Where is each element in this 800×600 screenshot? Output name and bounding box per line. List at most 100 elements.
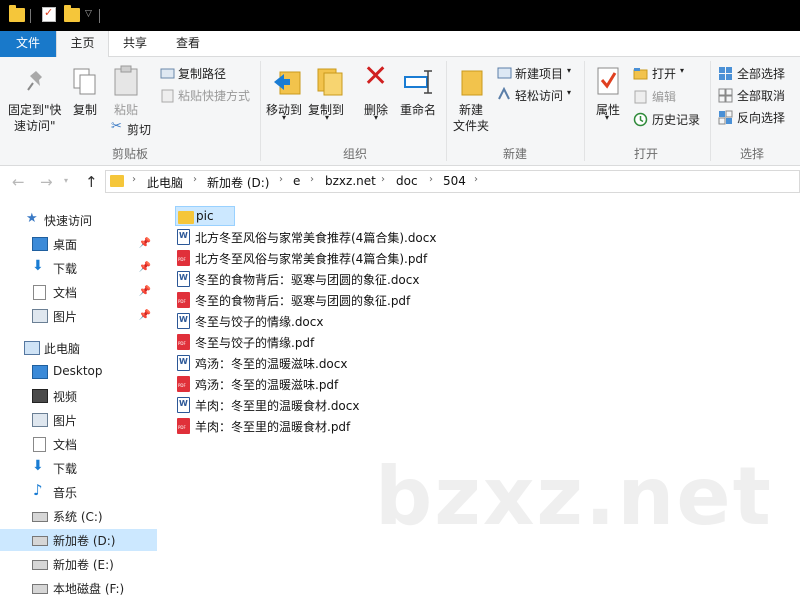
chevron-right-icon[interactable]: › bbox=[429, 174, 433, 185]
chevron-down-icon[interactable]: ▽ bbox=[85, 9, 92, 27]
list-item[interactable]: 冬至的食物背后：驱寒与团圆的象征.pdf bbox=[175, 290, 445, 310]
music-icon: ♪ bbox=[33, 481, 43, 499]
list-item[interactable]: 冬至与饺子的情缘.docx bbox=[175, 311, 375, 331]
list-item[interactable]: pic bbox=[175, 206, 235, 226]
scissors-icon: ✂ bbox=[111, 119, 122, 134]
rename-label: 重命名 bbox=[400, 103, 437, 117]
list-item[interactable]: 北方冬至风俗与家常美食推荐(4篇合集).docx bbox=[175, 227, 445, 247]
clipboard-group-label: 剪贴板 bbox=[111, 147, 148, 161]
nav-item-videos[interactable]: 视频 bbox=[0, 385, 157, 407]
list-item[interactable]: 冬至与饺子的情缘.pdf bbox=[175, 332, 375, 352]
invert-selection-label: 反向选择 bbox=[737, 111, 786, 125]
nav-item-pictures[interactable]: 图片 📌 bbox=[0, 305, 157, 327]
select-none-icon bbox=[718, 88, 733, 103]
nav-quick-access[interactable]: ★ 快速访问 bbox=[0, 209, 157, 231]
nav-label: Desktop bbox=[53, 364, 103, 378]
breadcrumb-doc[interactable]: doc bbox=[396, 174, 418, 188]
nav-item-desktop[interactable]: 桌面 📌 bbox=[0, 233, 157, 255]
nav-item-drive-f[interactable]: 本地磁盘 (F:) bbox=[0, 577, 157, 599]
word-document-icon bbox=[177, 229, 190, 245]
chevron-right-icon[interactable]: › bbox=[279, 174, 283, 185]
pictures-icon bbox=[32, 413, 48, 427]
ribbon: 固定到"快 速访问" 复制 粘贴 复制路径 粘贴快捷方式 ✂ 剪切 剪贴板 移动… bbox=[0, 57, 800, 166]
drive-icon bbox=[32, 536, 48, 546]
list-item[interactable]: 羊肉：冬至里的温暖食材.pdf bbox=[175, 416, 375, 436]
nav-item-drive-d[interactable]: 新加卷 (D:) bbox=[0, 529, 157, 551]
invert-selection-icon bbox=[718, 110, 733, 125]
cut-label: 剪切 bbox=[127, 123, 152, 137]
open-group-label: 打开 bbox=[633, 147, 658, 161]
properties-icon bbox=[597, 67, 619, 95]
nav-item-drive-e[interactable]: 新加卷 (E:) bbox=[0, 553, 157, 575]
list-item[interactable]: 北方冬至风俗与家常美食推荐(4篇合集).pdf bbox=[175, 248, 445, 268]
list-item[interactable]: 鸡汤：冬至的温暖滋味.pdf bbox=[175, 374, 375, 394]
chevron-down-icon: ▾ bbox=[680, 66, 685, 75]
forward-arrow-icon[interactable]: → bbox=[40, 173, 53, 191]
toolbar-separator bbox=[99, 9, 100, 23]
chevron-down-icon: ▾ bbox=[282, 113, 287, 122]
list-item[interactable]: 冬至的食物背后：驱寒与团圆的象征.docx bbox=[175, 269, 445, 289]
tab-view[interactable]: 查看 bbox=[162, 31, 214, 57]
pin-icon[interactable]: 📌 bbox=[139, 286, 151, 297]
chevron-down-icon: ▾ bbox=[567, 88, 572, 97]
desktop-icon bbox=[32, 237, 48, 251]
organize-group-label: 组织 bbox=[342, 147, 367, 161]
breadcrumb-this-pc[interactable]: 此电脑 bbox=[147, 174, 183, 191]
pin-icon[interactable]: 📌 bbox=[139, 238, 151, 249]
nav-label: 本地磁盘 (F:) bbox=[53, 582, 125, 596]
paste-label: 粘贴 bbox=[114, 103, 139, 117]
file-name: 冬至的食物背后：驱寒与团圆的象征.docx bbox=[195, 273, 420, 287]
pdf-icon bbox=[177, 334, 190, 350]
nav-item-pictures-pc[interactable]: 图片 bbox=[0, 409, 157, 431]
history-icon bbox=[633, 112, 648, 127]
tab-home[interactable]: 主页 bbox=[56, 31, 109, 58]
copy-path-label: 复制路径 bbox=[178, 67, 227, 81]
chevron-right-icon[interactable]: › bbox=[132, 174, 136, 185]
drive-icon bbox=[32, 560, 48, 570]
chevron-down-icon[interactable]: ▾ bbox=[64, 176, 68, 185]
chevron-down-icon: ▾ bbox=[325, 113, 330, 122]
nav-label: 下载 bbox=[53, 262, 78, 276]
copy-to-icon bbox=[317, 68, 343, 96]
list-item[interactable]: 鸡汤：冬至的温暖滋味.docx bbox=[175, 353, 375, 373]
pin-icon[interactable]: 📌 bbox=[139, 262, 151, 273]
pin-label: 固定到"快 bbox=[8, 103, 62, 117]
pdf-icon bbox=[177, 250, 190, 266]
list-item[interactable]: 羊肉：冬至里的温暖食材.docx bbox=[175, 395, 375, 415]
nav-item-music[interactable]: ♪ 音乐 bbox=[0, 481, 157, 503]
nav-item-documents[interactable]: 文档 📌 bbox=[0, 281, 157, 303]
chevron-right-icon[interactable]: › bbox=[381, 174, 385, 185]
nav-this-pc[interactable]: 此电脑 bbox=[0, 337, 157, 359]
nav-item-downloads[interactable]: ⬇ 下载 📌 bbox=[0, 257, 157, 279]
chevron-right-icon[interactable]: › bbox=[193, 174, 197, 185]
nav-item-drive-c[interactable]: 系统 (C:) bbox=[0, 505, 157, 527]
properties-icon[interactable] bbox=[42, 6, 56, 22]
move-to-icon bbox=[274, 71, 301, 95]
chevron-right-icon[interactable]: › bbox=[474, 174, 478, 185]
paste-shortcut-label: 粘贴快捷方式 bbox=[178, 89, 251, 103]
edit-label: 编辑 bbox=[652, 90, 677, 104]
up-arrow-icon[interactable]: ↑ bbox=[85, 173, 98, 191]
breadcrumb-e[interactable]: e bbox=[293, 174, 300, 188]
clipboard-icon bbox=[114, 65, 138, 96]
nav-item-downloads-pc[interactable]: ⬇ 下载 bbox=[0, 457, 157, 479]
nav-item-desktop-pc[interactable]: Desktop bbox=[0, 361, 157, 383]
toolbar-separator bbox=[30, 9, 31, 23]
breadcrumb-bzxz[interactable]: bzxz.net bbox=[325, 174, 376, 188]
nav-item-documents-pc[interactable]: 文档 bbox=[0, 433, 157, 455]
breadcrumb-504[interactable]: 504 bbox=[443, 174, 466, 188]
chevron-down-icon: ▾ bbox=[374, 113, 379, 122]
breadcrumb-drive-d[interactable]: 新加卷 (D:) bbox=[207, 174, 269, 191]
chevron-right-icon[interactable]: › bbox=[310, 174, 314, 185]
file-name: 冬至与饺子的情缘.pdf bbox=[195, 336, 315, 350]
documents-icon bbox=[33, 437, 46, 452]
nav-label: 新加卷 (D:) bbox=[53, 534, 116, 548]
new-folder-icon[interactable] bbox=[64, 5, 80, 22]
new-group-label: 新建 bbox=[502, 147, 527, 161]
pin-icon[interactable]: 📌 bbox=[139, 310, 151, 321]
open-icon bbox=[633, 68, 648, 80]
tab-file[interactable]: 文件 bbox=[0, 31, 56, 57]
back-arrow-icon[interactable]: ← bbox=[12, 173, 25, 191]
select-all-icon bbox=[719, 67, 732, 80]
tab-share[interactable]: 共享 bbox=[110, 31, 160, 57]
